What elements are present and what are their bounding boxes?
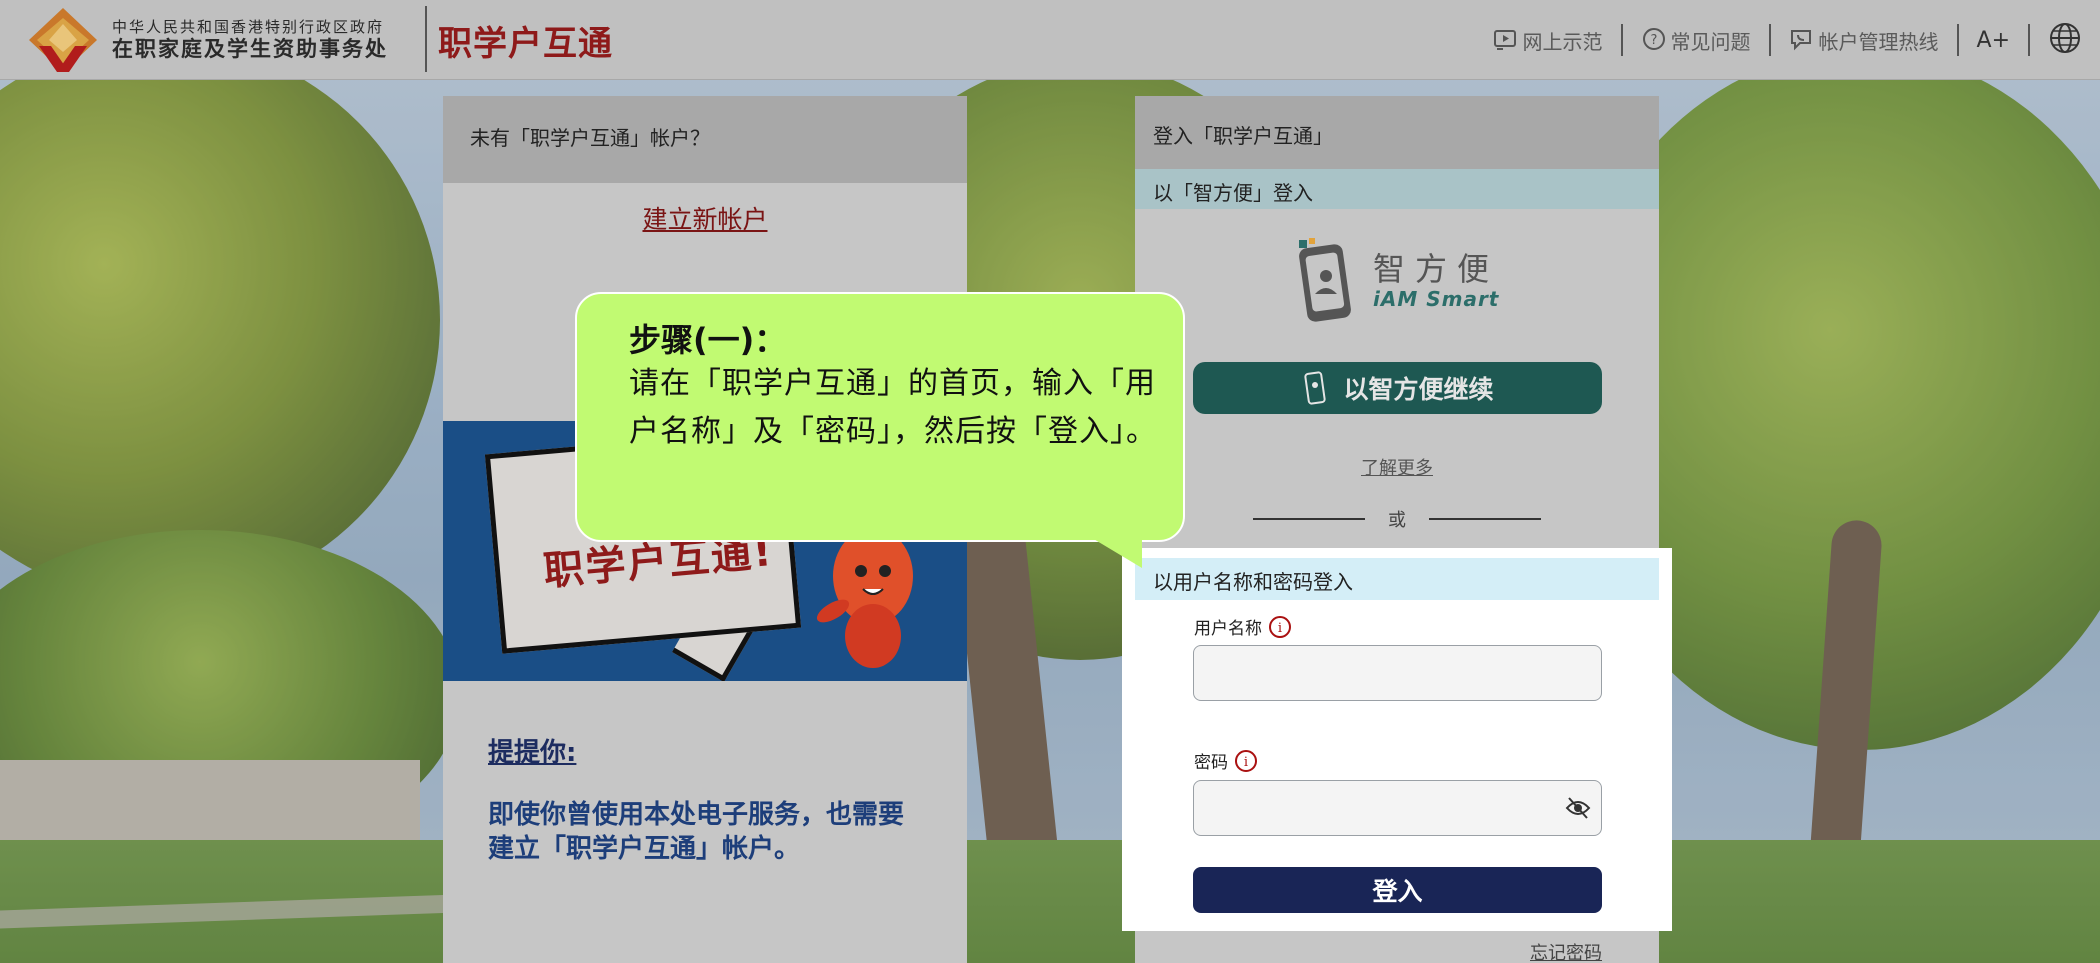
brand-title[interactable]: 职学户互通 bbox=[438, 16, 613, 65]
info-icon[interactable]: i bbox=[1268, 615, 1292, 639]
header-divider bbox=[425, 6, 427, 72]
password-login-heading: 以用户名称和密码登入 bbox=[1135, 558, 1659, 600]
nav-online-demo[interactable]: 网上示范 bbox=[1475, 24, 1621, 56]
svg-text:i: i bbox=[1278, 621, 1282, 636]
iam-smart-logo: 智方便 iAM Smart bbox=[1295, 238, 1499, 324]
callout-tail bbox=[1092, 538, 1142, 568]
iam-smart-continue-button[interactable]: 以智方便继续 bbox=[1193, 362, 1602, 414]
forgot-password-link[interactable]: 忘记密码 bbox=[1530, 939, 1602, 963]
or-line-right bbox=[1429, 518, 1541, 520]
reminder-body: 即使你曾使用本处电子服务，也需要建立「职学户互通」帐户。 bbox=[488, 800, 905, 864]
iam-smart-logo-cn: 智方便 bbox=[1373, 250, 1500, 288]
password-label: 密码 i bbox=[1194, 748, 1258, 773]
svg-text:i: i bbox=[1244, 755, 1248, 770]
nav-hotline-label: 帐户管理热线 bbox=[1818, 29, 1939, 54]
org-name-line2: 在职家庭及学生资助事务处 bbox=[112, 37, 388, 61]
username-input[interactable] bbox=[1193, 645, 1602, 701]
iam-smart-button-icon bbox=[1304, 371, 1327, 405]
or-label: 或 bbox=[1388, 510, 1406, 531]
login-panel: 登入「职学户互通」 以「智方便」登入 智方便 iAM Smart 以智方便继续 … bbox=[1122, 96, 1672, 963]
organization-name: 中华人民共和国香港特别行政区政府 在职家庭及学生资助事务处 bbox=[112, 18, 388, 62]
video-icon bbox=[1493, 30, 1516, 50]
question-chat-icon: ? bbox=[1642, 28, 1665, 50]
globe-icon bbox=[2050, 23, 2080, 53]
nav-faq[interactable]: ? 常见问题 bbox=[1623, 24, 1769, 56]
register-heading: 未有「职学户互通」帐户？ bbox=[443, 96, 967, 183]
info-icon[interactable]: i bbox=[1234, 749, 1258, 773]
iam-smart-phone-icon bbox=[1299, 238, 1351, 322]
iam-smart-logo-en: iAM Smart bbox=[1373, 287, 1500, 311]
language-button[interactable] bbox=[2030, 21, 2100, 59]
nav-hotline[interactable]: 帐户管理热线 bbox=[1771, 24, 1957, 56]
site-header: 中华人民共和国香港特别行政区政府 在职家庭及学生资助事务处 职学户互通 网上示范… bbox=[0, 0, 2100, 80]
instruction-callout: 步骤(一)： 请在「职学户互通」的首页，输入「用户名称」及「密码」，然后按「登入… bbox=[575, 292, 1185, 542]
iam-smart-continue-label: 以智方便继续 bbox=[1343, 375, 1494, 404]
or-line-left bbox=[1253, 518, 1365, 520]
header-nav: 网上示范 ? 常见问题 帐户管理热线 A+ bbox=[1475, 0, 2100, 80]
org-name-line1: 中华人民共和国香港特别行政区政府 bbox=[112, 18, 385, 36]
or-divider: 或 bbox=[1253, 506, 1541, 532]
wfsfaa-logo-icon[interactable] bbox=[27, 6, 99, 74]
callout-title: 步骤(一)： bbox=[629, 321, 787, 359]
nav-online-demo-label: 网上示范 bbox=[1522, 29, 1603, 54]
eye-slash-icon[interactable] bbox=[1565, 796, 1591, 820]
username-label: 用户名称 i bbox=[1194, 614, 1292, 639]
svg-text:?: ? bbox=[1650, 33, 1657, 48]
password-label-text: 密码 bbox=[1194, 753, 1228, 773]
password-input[interactable] bbox=[1193, 780, 1602, 836]
username-label-text: 用户名称 bbox=[1194, 619, 1262, 639]
login-button[interactable]: 登入 bbox=[1193, 867, 1602, 913]
callout-text: 请在「职学户互通」的首页，输入「用户名称」及「密码」，然后按「登入」。 bbox=[629, 366, 1157, 449]
font-size-button[interactable]: A+ bbox=[1959, 28, 2028, 53]
iam-smart-section-heading: 以「智方便」登入 bbox=[1135, 169, 1659, 209]
phone-chat-icon bbox=[1790, 30, 1811, 51]
learn-more-link[interactable]: 了解更多 bbox=[1135, 454, 1659, 480]
mascot-icon bbox=[816, 528, 913, 668]
nav-faq-label: 常见问题 bbox=[1670, 29, 1751, 54]
password-login-box: 以用户名称和密码登入 用户名称 i 密码 i 登入 bbox=[1122, 548, 1672, 931]
create-account-link[interactable]: 建立新帐户 bbox=[443, 200, 967, 236]
login-heading: 登入「职学户互通」 bbox=[1135, 96, 1659, 169]
reminder-title: 提提你: bbox=[488, 738, 577, 768]
